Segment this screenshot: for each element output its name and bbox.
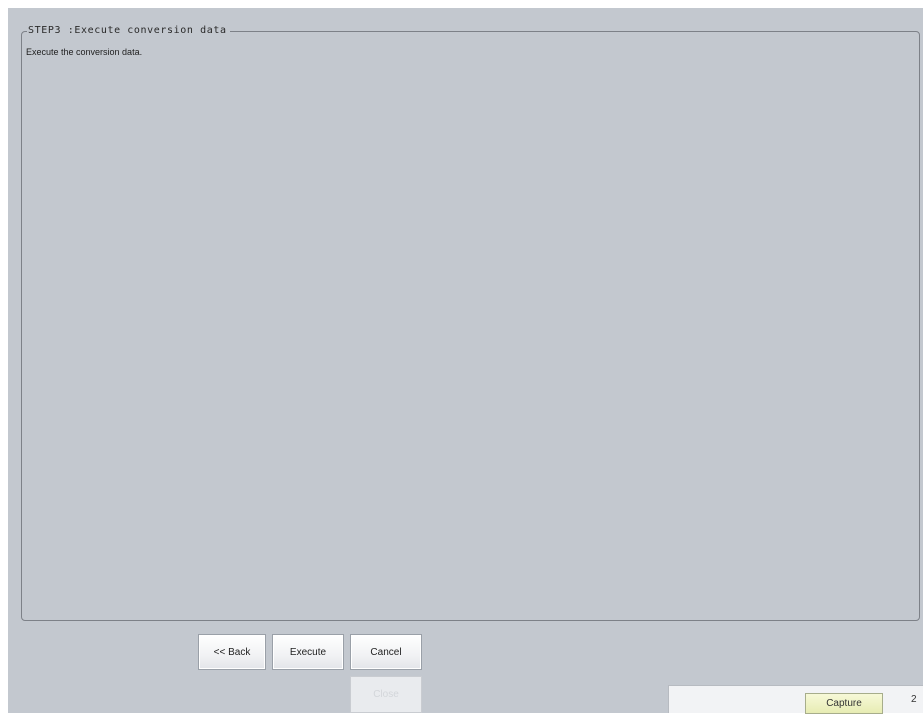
toolbar-edge-text: 2	[911, 694, 917, 705]
capture-button[interactable]: Capture	[805, 693, 883, 714]
step-groupbox: STEP3 :Execute conversion data Execute t…	[21, 23, 920, 621]
execute-button[interactable]: Execute	[272, 634, 344, 670]
cancel-button[interactable]: Cancel	[350, 634, 422, 670]
close-button-disabled: Close	[350, 676, 422, 713]
wizard-window: STEP3 :Execute conversion data Execute t…	[8, 8, 923, 714]
step-description: Execute the conversion data.	[26, 47, 143, 57]
bottom-toolbar: Capture 2	[668, 685, 923, 714]
step-title: STEP3 :Execute conversion data	[27, 23, 230, 39]
back-button[interactable]: << Back	[198, 634, 266, 670]
